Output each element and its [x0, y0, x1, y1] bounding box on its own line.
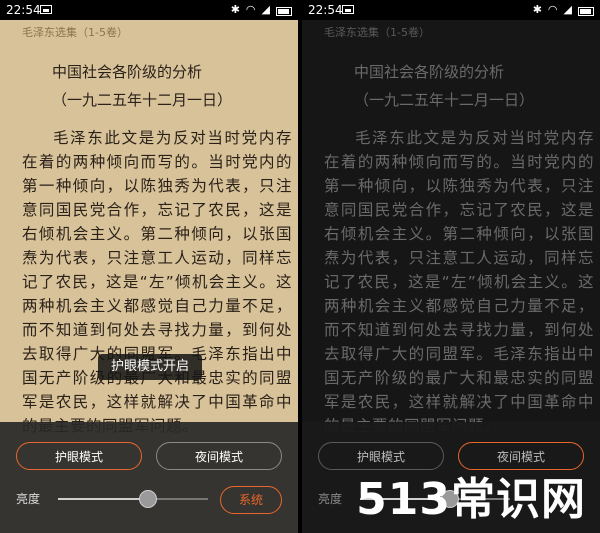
brightness-slider-thumb[interactable]	[139, 490, 157, 508]
screenshot-pair: 22:54 ✱ ◠ ◢ 毛泽东选集（1-5卷） 中国社会各阶级的分析 （一九二五…	[0, 0, 600, 533]
book-title-header: 毛泽东选集（1-5卷）	[324, 26, 430, 39]
signal-icon: ◢	[563, 3, 572, 16]
battery-icon	[578, 6, 594, 16]
eye-mode-screen: 22:54 ✱ ◠ ◢ 毛泽东选集（1-5卷） 中国社会各阶级的分析 （一九二五…	[0, 0, 298, 533]
night-mode-screen: 22:54 ✱ ◠ ◢ 毛泽东选集（1-5卷） 中国社会各阶级的分析 （一九二五…	[302, 0, 600, 533]
image-notification-icon	[342, 5, 354, 14]
status-time: 22:54	[308, 3, 343, 17]
system-brightness-button[interactable]: 系统	[220, 486, 282, 514]
eye-mode-button[interactable]: 护眼模式	[16, 442, 142, 470]
chapter-title: 中国社会各阶级的分析	[52, 63, 203, 81]
brightness-label: 亮度	[318, 492, 343, 506]
brightness-slider[interactable]	[58, 490, 208, 508]
night-mode-button[interactable]: 夜间模式	[156, 442, 282, 470]
status-icons: ✱ ◠ ◢	[533, 3, 594, 17]
chapter-title: 中国社会各阶级的分析	[354, 63, 505, 81]
bluetooth-icon: ✱	[532, 3, 542, 16]
brightness-label: 亮度	[16, 492, 41, 506]
eye-mode-toast: 护眼模式开启	[98, 354, 202, 380]
site-watermark: 513常识网	[356, 474, 586, 525]
chapter-date: （一九二五年十二月一日）	[52, 91, 233, 109]
signal-icon: ◢	[261, 3, 270, 16]
chapter-date: （一九二五年十二月一日）	[354, 91, 535, 109]
status-bar: 22:54 ✱ ◠ ◢	[0, 0, 298, 20]
reading-content[interactable]: 中国社会各阶级的分析 （一九二五年十二月一日） 毛泽东此文是为反对当时党内存在着…	[22, 60, 292, 438]
image-notification-icon	[40, 5, 52, 14]
reading-settings-panel: 护眼模式 夜间模式 亮度 系统	[0, 422, 298, 533]
status-time: 22:54	[6, 3, 41, 17]
battery-icon	[276, 6, 292, 16]
brightness-slider-fill	[58, 498, 148, 500]
wifi-icon: ◠	[245, 3, 256, 16]
status-icons: ✱ ◠ ◢	[231, 3, 292, 17]
wifi-icon: ◠	[547, 3, 558, 16]
bluetooth-icon: ✱	[230, 3, 240, 16]
status-bar: 22:54 ✱ ◠ ◢	[302, 0, 600, 20]
chapter-body-text: 毛泽东此文是为反对当时党内存在着的两种倾向而写的。当时党内的第一种倾向，以陈独秀…	[22, 129, 292, 435]
book-title-header: 毛泽东选集（1-5卷）	[22, 26, 128, 39]
chapter-body-text: 毛泽东此文是为反对当时党内存在着的两种倾向而写的。当时党内的第一种倾向，以陈独秀…	[324, 129, 594, 435]
reading-content[interactable]: 中国社会各阶级的分析 （一九二五年十二月一日） 毛泽东此文是为反对当时党内存在着…	[324, 60, 594, 438]
